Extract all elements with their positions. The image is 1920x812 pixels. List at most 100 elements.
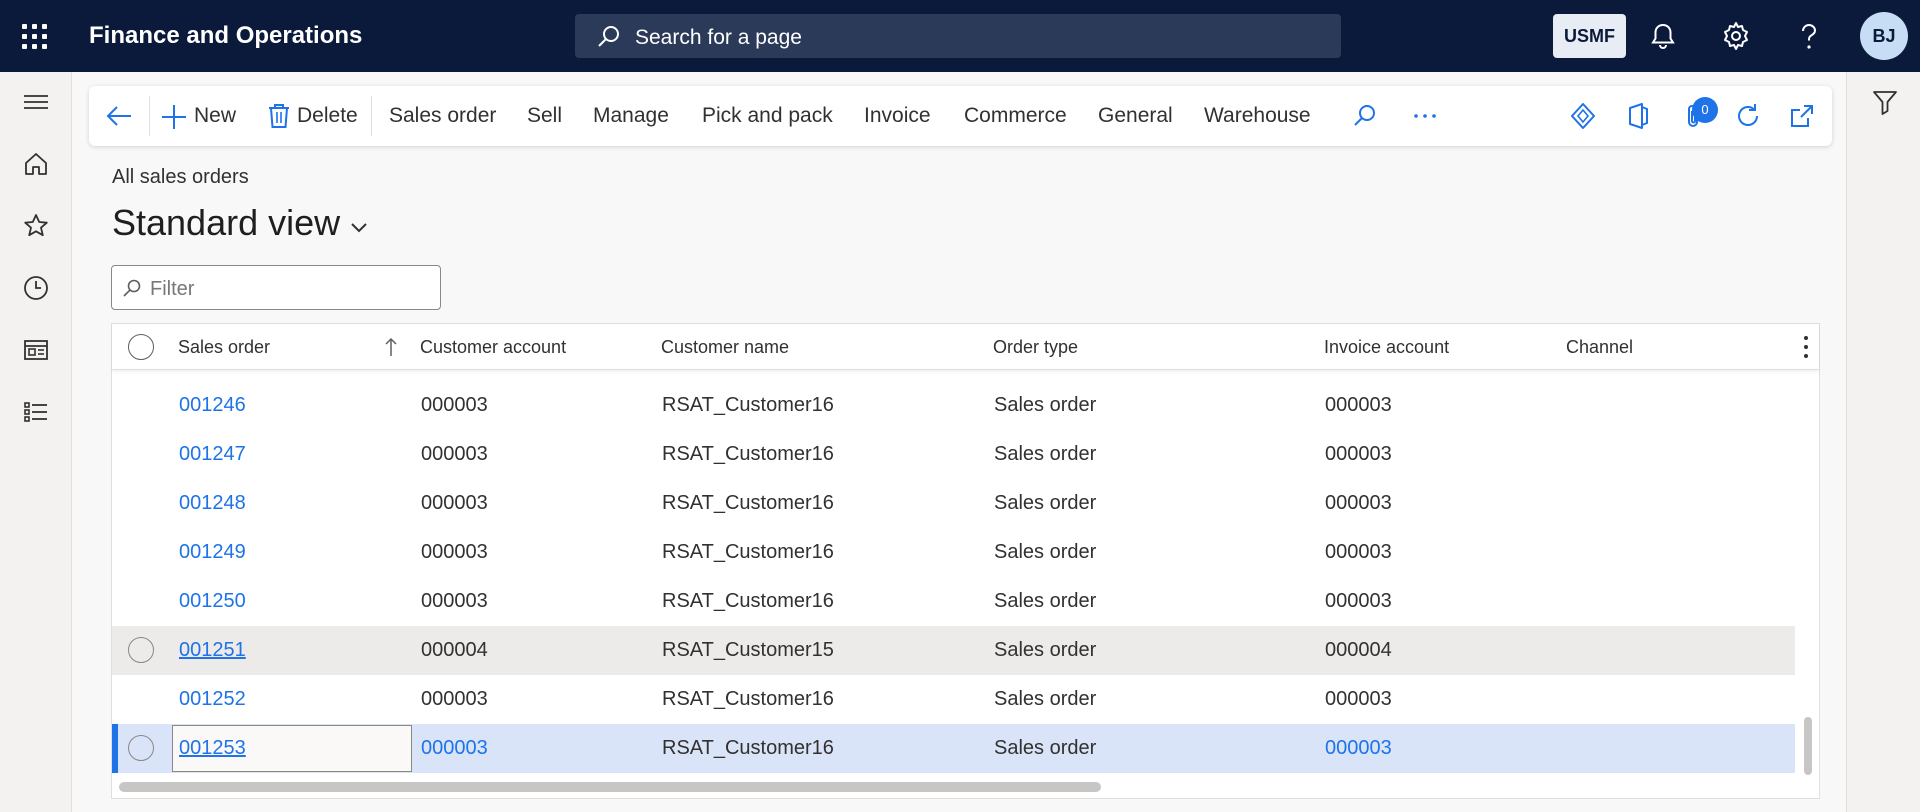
selection-indicator (112, 724, 118, 773)
right-rail (1846, 72, 1920, 812)
delete-button-label: Delete (297, 104, 358, 127)
column-header-channel[interactable]: Channel (1566, 324, 1633, 370)
customer-name-cell: RSAT_Customer16 (662, 541, 834, 563)
company-picker[interactable]: USMF (1553, 14, 1626, 58)
open-new-window-icon[interactable] (1788, 102, 1816, 130)
invoice-account-cell: 000003 (1325, 394, 1392, 416)
plus-icon (162, 105, 186, 129)
modules-icon[interactable] (22, 398, 50, 426)
action-pane: New Delete Sales order Sell Manage Pick … (89, 86, 1832, 146)
top-bar: Finance and Operations Search for a page… (0, 0, 1920, 72)
horizontal-scrollbar[interactable] (119, 782, 1101, 792)
sales-order-link[interactable]: 001248 (179, 479, 246, 528)
attachments-count-badge: 0 (1692, 97, 1718, 123)
hamburger-icon[interactable] (22, 88, 50, 116)
view-selector[interactable]: Standard view (112, 202, 340, 244)
column-header-invoice-account[interactable]: Invoice account (1324, 324, 1449, 370)
invoice-account-cell: 000003 (1325, 492, 1392, 514)
row-select-checkbox[interactable] (128, 735, 154, 761)
refresh-icon[interactable] (1734, 102, 1762, 130)
customer-account-cell[interactable]: 000003 (421, 724, 488, 773)
new-button-label: New (194, 104, 237, 127)
chevron-down-icon[interactable] (349, 220, 369, 234)
sales-order-link[interactable]: 001250 (179, 577, 246, 626)
filter-pane-icon[interactable] (1871, 88, 1899, 116)
column-header-customer-name[interactable]: Customer name (661, 324, 789, 370)
app-launcher-icon[interactable] (22, 24, 48, 50)
table-row[interactable]: 001252 000003 RSAT_Customer16 Sales orde… (112, 675, 1795, 724)
back-arrow-icon[interactable] (105, 102, 133, 130)
invoice-account-cell: 000004 (1325, 639, 1392, 661)
sales-order-link[interactable]: 001247 (179, 430, 246, 479)
star-icon[interactable] (22, 212, 50, 240)
tab-pick-and-pack[interactable]: Pick and pack (702, 86, 833, 146)
select-all-checkbox[interactable] (128, 334, 154, 360)
sales-order-link[interactable]: 001252 (179, 675, 246, 724)
filter-input[interactable]: Filter (111, 265, 441, 310)
order-type-cell: Sales order (994, 394, 1097, 416)
tab-general[interactable]: General (1098, 86, 1173, 146)
invoice-account-cell: 000003 (1325, 443, 1392, 465)
sales-order-link[interactable]: 001246 (179, 381, 246, 430)
customer-name-cell: RSAT_Customer16 (662, 443, 834, 465)
customer-account-cell: 000003 (421, 492, 488, 514)
sales-order-link[interactable]: 001253 (179, 724, 246, 773)
tab-warehouse[interactable]: Warehouse (1204, 86, 1311, 146)
clock-icon[interactable] (22, 274, 50, 302)
invoice-account-cell: 000003 (1325, 688, 1392, 710)
filter-placeholder: Filter (150, 278, 195, 300)
workspaces-icon[interactable] (22, 336, 50, 364)
table-row[interactable]: 001246 000003 RSAT_Customer16 Sales orde… (112, 381, 1795, 430)
table-row[interactable]: 001251 000004 RSAT_Customer15 Sales orde… (112, 626, 1795, 675)
table-row-selected[interactable]: 001253 000003 RSAT_Customer16 Sales orde… (112, 724, 1795, 773)
column-header-sales-order[interactable]: Sales order (178, 324, 270, 370)
office-icon[interactable] (1624, 102, 1652, 130)
help-icon[interactable] (1793, 20, 1825, 52)
tab-commerce[interactable]: Commerce (964, 86, 1067, 146)
table-row[interactable]: 001249 000003 RSAT_Customer16 Sales orde… (112, 528, 1795, 577)
customer-account-cell: 000003 (421, 590, 488, 612)
home-icon[interactable] (22, 150, 50, 178)
customer-account-cell: 000004 (421, 639, 488, 661)
table-row[interactable]: 001247 000003 RSAT_Customer16 Sales orde… (112, 430, 1795, 479)
tab-manage[interactable]: Manage (593, 86, 669, 146)
order-type-cell: Sales order (994, 737, 1097, 759)
customer-name-cell: RSAT_Customer16 (662, 394, 834, 416)
order-type-cell: Sales order (994, 541, 1097, 563)
more-horizontal-icon[interactable] (1411, 102, 1439, 130)
order-type-cell: Sales order (994, 688, 1097, 710)
table-row[interactable]: 001248 000003 RSAT_Customer16 Sales orde… (112, 479, 1795, 528)
tab-sell[interactable]: Sell (527, 86, 562, 146)
customer-account-cell: 000003 (421, 443, 488, 465)
search-icon (598, 26, 619, 47)
table-row[interactable]: 001250 000003 RSAT_Customer16 Sales orde… (112, 577, 1795, 626)
column-options-icon[interactable] (1802, 336, 1810, 358)
search-placeholder: Search for a page (635, 26, 802, 49)
bell-icon[interactable] (1647, 20, 1679, 52)
customer-name-cell: RSAT_Customer16 (662, 590, 834, 612)
customer-account-cell: 000003 (421, 541, 488, 563)
tab-sales-order[interactable]: Sales order (389, 86, 496, 146)
power-apps-icon[interactable] (1569, 102, 1597, 130)
row-select-checkbox[interactable] (128, 637, 154, 663)
column-header-order-type[interactable]: Order type (993, 324, 1078, 370)
sales-order-link[interactable]: 001249 (179, 528, 246, 577)
breadcrumb: All sales orders (112, 166, 249, 188)
grid-header: Sales order Customer account Customer na… (112, 324, 1819, 370)
vertical-scrollbar[interactable] (1804, 717, 1812, 775)
avatar[interactable]: BJ (1860, 12, 1908, 60)
search-bar[interactable]: Search for a page (575, 14, 1341, 58)
invoice-account-cell[interactable]: 000003 (1325, 724, 1392, 773)
app-title[interactable]: Finance and Operations (89, 22, 362, 50)
customer-account-cell: 000003 (421, 688, 488, 710)
tab-invoice[interactable]: Invoice (864, 86, 931, 146)
search-actions-icon[interactable] (1351, 102, 1379, 130)
customer-name-cell: RSAT_Customer16 (662, 737, 834, 759)
sort-ascending-icon (385, 337, 397, 356)
sales-order-link[interactable]: 001251 (179, 626, 246, 675)
gear-icon[interactable] (1720, 20, 1752, 52)
column-header-customer-account[interactable]: Customer account (420, 324, 566, 370)
order-type-cell: Sales order (994, 590, 1097, 612)
invoice-account-cell: 000003 (1325, 541, 1392, 563)
customer-account-cell: 000003 (421, 394, 488, 416)
